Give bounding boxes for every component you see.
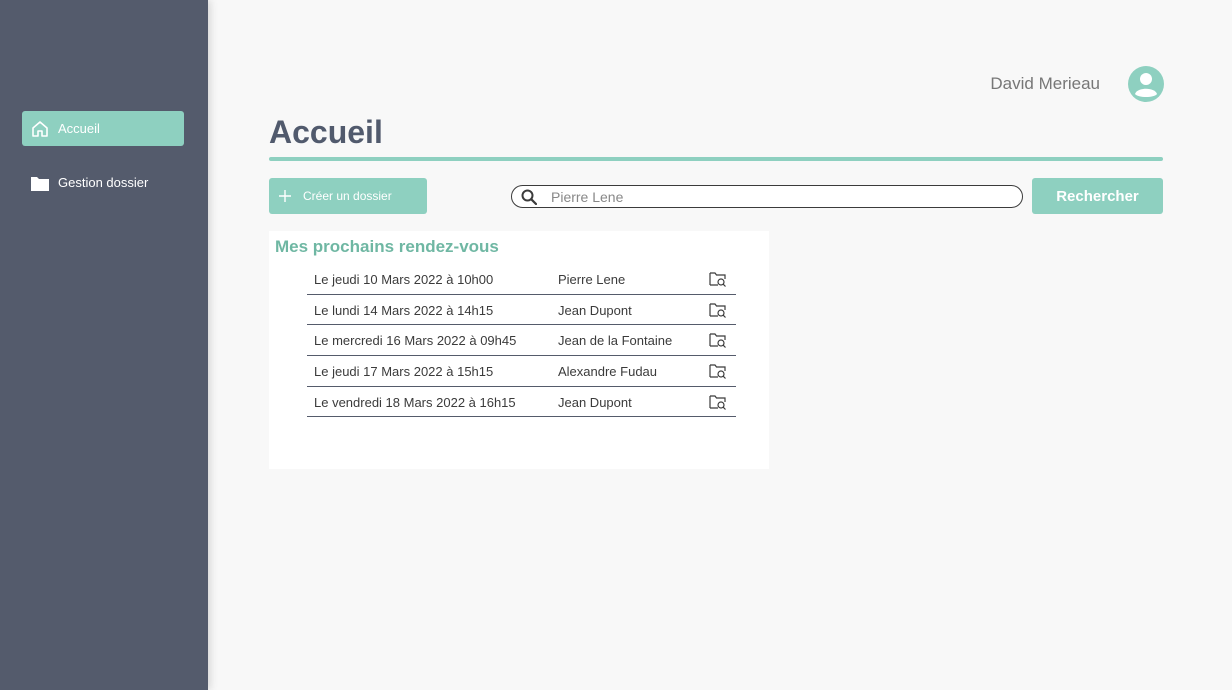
create-folder-label: Créer un dossier <box>303 189 392 203</box>
list-item: Le jeudi 17 Mars 2022 à 15h15 Alexandre … <box>307 356 736 387</box>
sidebar-item-label: Accueil <box>58 121 100 136</box>
plus-icon <box>279 190 291 202</box>
appointment-name: Alexandre Fudau <box>558 364 658 380</box>
folder-search-icon[interactable] <box>709 363 727 379</box>
sidebar-item-label: Gestion dossier <box>58 175 149 190</box>
user-avatar-icon[interactable] <box>1128 66 1164 102</box>
search-box[interactable] <box>511 185 1023 208</box>
appointment-name: Jean de la Fontaine <box>558 333 673 349</box>
list-item: Le lundi 14 Mars 2022 à 14h15 Jean Dupon… <box>307 295 736 326</box>
sidebar-item-accueil[interactable]: Accueil <box>22 111 184 146</box>
appointment-name: Pierre Lene <box>558 272 626 287</box>
appointments-title: Mes prochains rendez-vous <box>275 237 499 256</box>
create-folder-button[interactable]: Créer un dossier <box>269 178 427 214</box>
page-title: Accueil <box>269 114 383 150</box>
sidebar-item-gestion-dossier[interactable]: Gestion dossier <box>22 165 184 200</box>
folder-search-icon[interactable] <box>709 332 727 349</box>
appointment-date: Le vendredi 18 Mars 2022 à 16h15 <box>314 394 516 410</box>
appointments-list: Le jeudi 10 Mars 2022 à 10h00 Pierre Len… <box>307 264 736 418</box>
search-button[interactable]: Rechercher <box>1032 178 1163 214</box>
list-item: Le jeudi 10 Mars 2022 à 10h00 Pierre Len… <box>307 264 736 295</box>
search-input[interactable] <box>551 188 1022 205</box>
search-icon <box>521 189 538 205</box>
user-menu[interactable]: David Merieau <box>960 66 1164 102</box>
home-icon <box>30 119 50 139</box>
folder-icon <box>30 173 50 193</box>
appointment-date: Le jeudi 17 Mars 2022 à 15h15 <box>314 364 494 380</box>
list-item: Le mercredi 16 Mars 2022 à 09h45 Jean de… <box>307 325 736 357</box>
appointment-date: Le lundi 14 Mars 2022 à 14h15 <box>314 302 494 318</box>
appointment-date: Le jeudi 10 Mars 2022 à 10h00 <box>314 272 494 287</box>
list-item: Le vendredi 18 Mars 2022 à 16h15 Jean Du… <box>307 387 736 418</box>
appointments-card: Mes prochains rendez-vous Le jeudi 10 Ma… <box>269 231 769 469</box>
appointment-name: Jean Dupont <box>558 302 632 318</box>
folder-search-icon[interactable] <box>709 394 727 410</box>
appointment-name: Jean Dupont <box>558 394 632 410</box>
title-divider <box>269 157 1163 161</box>
sidebar: Accueil Gestion dossier <box>0 0 208 690</box>
folder-search-icon[interactable] <box>709 302 727 318</box>
user-name: David Merieau <box>990 74 1100 93</box>
folder-search-icon[interactable] <box>709 271 727 287</box>
appointment-date: Le mercredi 16 Mars 2022 à 09h45 <box>314 333 517 349</box>
